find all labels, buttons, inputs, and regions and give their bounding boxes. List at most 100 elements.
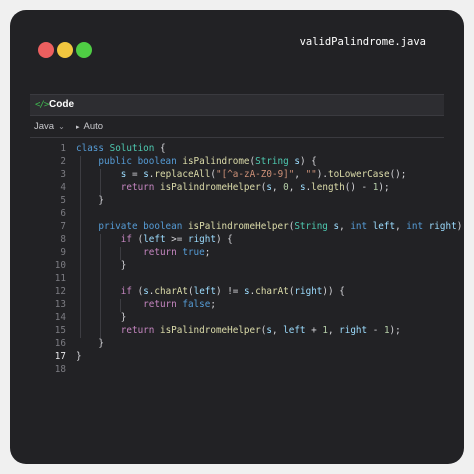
code-line[interactable]: 3 s = s.replaceAll("[^a-zA-Z0-9]", "").t… <box>30 168 444 181</box>
code-token: } <box>76 312 127 323</box>
line-number: 16 <box>54 338 66 349</box>
code-token: ( <box>131 286 144 297</box>
code-token: return <box>120 182 160 193</box>
line-number: 14 <box>54 312 66 323</box>
code-icon: </> <box>35 100 49 110</box>
code-text: return true; <box>76 246 210 259</box>
line-number: 3 <box>60 169 66 180</box>
code-token: return <box>143 299 183 310</box>
code-line[interactable]: 7 private boolean isPalindromeHelper(Str… <box>30 220 462 233</box>
line-number: 5 <box>60 195 66 206</box>
code-token: public boolean <box>98 156 183 167</box>
line-number: 12 <box>54 286 66 297</box>
close-dot[interactable] <box>38 42 54 58</box>
code-token: } <box>76 195 104 206</box>
sparkle-icon: ▸ <box>76 124 80 131</box>
code-token: if <box>120 234 132 245</box>
code-token: left <box>283 325 306 336</box>
code-token: return <box>143 247 183 258</box>
line-number: 2 <box>60 156 66 167</box>
code-token: () - <box>344 182 373 193</box>
chevron-down-icon: ⌄ <box>58 122 65 131</box>
code-token: } <box>76 351 82 362</box>
code-token: )) { <box>322 286 345 297</box>
code-token: int <box>406 221 429 232</box>
code-token: ); <box>389 325 401 336</box>
code-line[interactable]: 2 public boolean isPalindrome(String s) … <box>30 155 444 168</box>
code-line[interactable]: 12 if (s.charAt(left) != s.charAt(right)… <box>30 285 444 298</box>
code-token: ). <box>316 169 328 180</box>
code-token: s <box>327 221 340 232</box>
code-token: ) != <box>216 286 244 297</box>
code-token: = <box>126 169 144 180</box>
code-line[interactable]: 10 } <box>30 259 444 272</box>
code-token: , <box>271 182 284 193</box>
code-line[interactable]: 15 return isPalindromeHelper(s, left + 1… <box>30 324 444 337</box>
auto-mode-label: Auto <box>83 121 104 132</box>
code-token: false <box>182 299 211 310</box>
code-line[interactable]: 4 return isPalindromeHelper(s, 0, s.leng… <box>30 181 444 194</box>
code-token: ( <box>131 234 144 245</box>
code-token: left <box>372 221 396 232</box>
code-token: ) { <box>456 221 463 232</box>
code-line[interactable]: 14 } <box>30 311 444 324</box>
code-line[interactable]: 1 class Solution { <box>30 142 444 155</box>
code-token: String <box>294 221 328 232</box>
code-token: right <box>187 234 216 245</box>
line-number: 13 <box>54 299 66 310</box>
code-line[interactable]: 11 <box>30 272 444 285</box>
language-selector[interactable]: Java ⌄ <box>34 120 65 134</box>
code-text: if (left >= right) { <box>76 233 233 246</box>
code-line[interactable]: 13 return false; <box>30 298 444 311</box>
code-line[interactable]: 8 if (left >= right) { <box>30 233 444 246</box>
code-token: , <box>339 221 351 232</box>
code-token: isPalindromeHelper <box>159 182 261 193</box>
code-line[interactable]: 17} <box>30 350 444 363</box>
code-token: , <box>294 169 306 180</box>
file-name: validPalindrome.java <box>299 36 426 48</box>
line-number: 18 <box>54 364 66 375</box>
code-token: ) { <box>299 156 317 167</box>
code-token: length <box>311 182 345 193</box>
maximize-dot[interactable] <box>76 42 92 58</box>
code-token: ); <box>378 182 390 193</box>
code-line[interactable]: 18 <box>30 363 444 376</box>
code-text: class Solution { <box>76 142 166 155</box>
code-token: left <box>193 286 216 297</box>
code-token: if <box>120 286 132 297</box>
minimize-dot[interactable] <box>57 42 73 58</box>
code-token: return <box>120 325 160 336</box>
line-number: 7 <box>60 221 66 232</box>
line-number: 10 <box>54 260 66 271</box>
editor-window: validPalindrome.java </> Code Java ⌄ ▸ Aut… <box>10 10 464 464</box>
code-token: Solution <box>109 143 155 154</box>
code-token: right <box>339 325 368 336</box>
code-token: class <box>76 143 110 154</box>
code-line[interactable]: 5 } <box>30 194 444 207</box>
code-text: if (s.charAt(left) != s.charAt(right)) { <box>76 285 345 298</box>
code-token: , <box>288 182 300 193</box>
language-label: Java <box>34 121 55 132</box>
code-token: { <box>154 143 166 154</box>
line-number: 4 <box>60 182 66 193</box>
code-line[interactable]: 16 } <box>30 337 444 350</box>
code-token: (); <box>389 169 407 180</box>
code-token: "[^a-zA-Z0-9]" <box>216 169 295 180</box>
code-text: return isPalindromeHelper(s, 0, s.length… <box>76 181 390 194</box>
code-token: int <box>350 221 373 232</box>
code-line[interactable]: 6 <box>30 207 444 220</box>
code-text: public boolean isPalindrome(String s) { <box>76 155 317 168</box>
auto-mode-button[interactable]: ▸ Auto <box>76 120 103 135</box>
editor-toolbar: Java ⌄ ▸ Auto <box>30 118 444 138</box>
code-token: "" <box>305 169 317 180</box>
code-line[interactable]: 9 return true; <box>30 246 444 259</box>
code-token: true <box>182 247 205 258</box>
code-text: private boolean isPalindromeHelper(Strin… <box>76 220 464 233</box>
code-token: } <box>76 338 104 349</box>
